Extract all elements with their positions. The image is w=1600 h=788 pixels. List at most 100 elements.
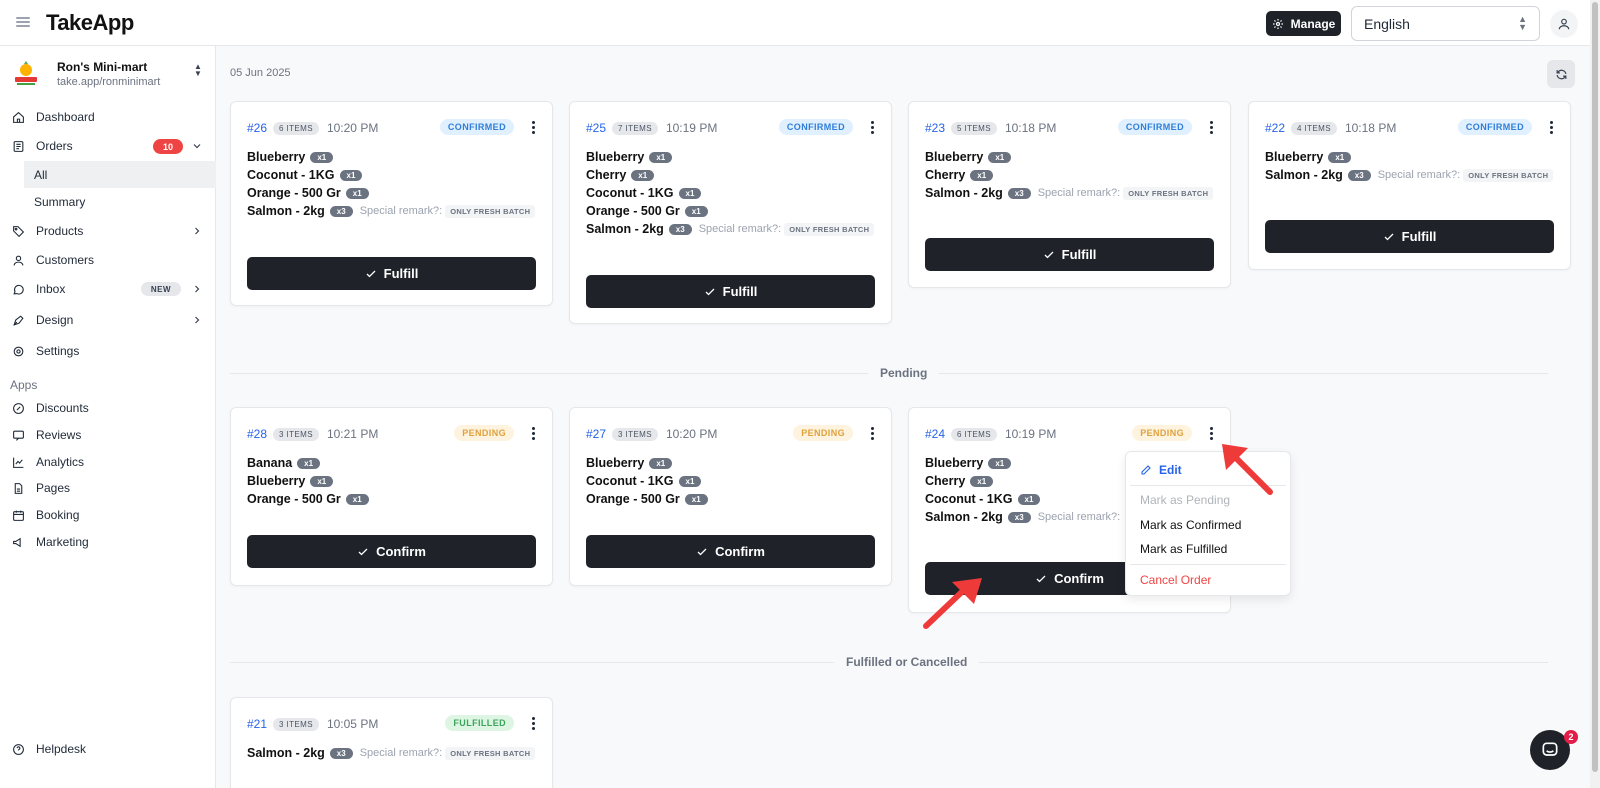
sidebar-item-customers[interactable]: Customers <box>0 246 216 274</box>
sidebar-item-settings[interactable]: Settings <box>0 337 216 365</box>
sidebar-item-discounts[interactable]: Discounts <box>0 394 216 422</box>
order-line: Salmon - 2kg x3 Special remark?: ONLY FRESH… <box>247 202 536 220</box>
sidebar-item-products[interactable]: Products <box>0 217 216 245</box>
more-options-icon[interactable] <box>532 427 536 440</box>
page-scrollbar[interactable] <box>1590 0 1600 788</box>
chevron-right-icon <box>195 285 200 293</box>
chat-unread-badge: 2 <box>1564 730 1578 744</box>
sidebar-item-dashboard[interactable]: Dashboard <box>0 103 216 131</box>
sidebar-item-label: Settings <box>36 344 80 358</box>
order-line: Cherry x1 <box>925 166 1214 184</box>
sidebar-item-design[interactable]: Design <box>0 306 216 334</box>
user-menu-button[interactable] <box>1550 10 1578 38</box>
fulfill-label: Fulfill <box>1061 247 1097 262</box>
sidebar-item-analytics[interactable]: Analytics <box>0 448 216 476</box>
qty-badge: x3 <box>1007 187 1031 199</box>
more-options-icon[interactable] <box>532 121 536 134</box>
sidebar-item-orders[interactable]: Orders 10 <box>0 132 216 160</box>
sidebar-item-label: Pages <box>36 481 71 495</box>
fulfill-button[interactable]: Fulfill <box>586 275 875 308</box>
app-logo[interactable]: TakeApp <box>46 10 134 36</box>
order-number[interactable]: #22 <box>1265 121 1285 135</box>
sidebar-subitem-summary[interactable]: Summary <box>24 188 216 215</box>
order-line: Salmon - 2kg x3 Special remark?: ONLY FRESH… <box>925 184 1214 202</box>
menu-item-cancel-order[interactable]: Cancel Order <box>1140 573 1211 587</box>
fulfill-label: Fulfill <box>1401 229 1437 244</box>
order-card-28[interactable]: #28 3 ITEMS 10:21 PM PENDING Banana x1 Bl… <box>230 407 553 586</box>
more-options-icon[interactable] <box>871 427 875 440</box>
special-remark-label: Special remark?: <box>1037 511 1121 523</box>
sidebar-item-inbox[interactable]: Inbox NEW <box>0 275 216 303</box>
sidebar-item-marketing[interactable]: Marketing <box>0 528 216 556</box>
qty-badge: x1 <box>345 187 369 199</box>
item-count-badge: 3 ITEMS <box>612 427 658 441</box>
confirm-button[interactable]: Confirm <box>247 535 536 568</box>
order-number[interactable]: #24 <box>925 427 945 441</box>
order-card-26[interactable]: #26 6 ITEMS 10:20 PM CONFIRMED Blueberry… <box>230 101 553 306</box>
status-badge: PENDING <box>454 425 514 441</box>
help-icon <box>11 742 25 756</box>
order-number[interactable]: #23 <box>925 121 945 135</box>
menu-item-label: Edit <box>1159 463 1182 477</box>
confirm-button[interactable]: Confirm <box>586 535 875 568</box>
qty-badge: x1 <box>1017 493 1041 505</box>
more-options-icon[interactable] <box>1550 121 1554 134</box>
more-options-icon[interactable] <box>532 717 536 730</box>
sidebar-item-reviews[interactable]: Reviews <box>0 421 216 449</box>
order-line: Cherry x1 <box>586 166 875 184</box>
fulfill-button[interactable]: Fulfill <box>247 257 536 290</box>
manage-button[interactable]: Manage <box>1266 11 1341 36</box>
order-time: 10:19 PM <box>665 121 718 135</box>
new-badge: NEW <box>141 282 181 296</box>
qty-badge: x1 <box>970 169 994 181</box>
sidebar-item-helpdesk[interactable]: Helpdesk <box>0 735 216 763</box>
more-options-icon[interactable] <box>1210 121 1214 134</box>
order-number[interactable]: #21 <box>247 717 267 731</box>
more-options-icon[interactable] <box>871 121 875 134</box>
sidebar-subitem-all[interactable]: All <box>24 161 216 188</box>
language-select[interactable]: English ▲ ▼ <box>1351 6 1540 41</box>
menu-divider <box>1130 564 1286 565</box>
sidebar-item-booking[interactable]: Booking <box>0 501 216 529</box>
chart-line-icon <box>11 455 25 469</box>
status-badge: CONFIRMED <box>439 119 514 135</box>
order-card-22[interactable]: #22 4 ITEMS 10:18 PM CONFIRMED Blueberry… <box>1248 101 1571 270</box>
order-line: Blueberry x1 <box>1265 148 1554 166</box>
qty-badge: x1 <box>678 475 702 487</box>
order-number[interactable]: #28 <box>247 427 267 441</box>
order-number[interactable]: #26 <box>247 121 267 135</box>
gear-icon <box>11 344 25 358</box>
order-time: 10:20 PM <box>326 121 379 135</box>
order-card-27[interactable]: #27 3 ITEMS 10:20 PM PENDING Blueberry x1… <box>569 407 892 586</box>
fulfill-button[interactable]: Fulfill <box>1265 220 1554 253</box>
sidebar-item-pages[interactable]: Pages <box>0 474 216 502</box>
sidebar-item-label: Summary <box>34 194 86 209</box>
refresh-button[interactable] <box>1547 60 1575 88</box>
apps-section-label: Apps <box>10 378 38 392</box>
menu-item-mark-confirmed[interactable]: Mark as Confirmed <box>1140 518 1241 532</box>
order-line: Blueberry x1 <box>247 148 536 166</box>
special-remark-label: Special remark?: <box>1037 187 1121 199</box>
order-card-21[interactable]: #21 3 ITEMS 10:05 PM FULFILLED Salmon - … <box>230 697 553 788</box>
store-switcher[interactable]: Ron's Mini-mart take.app/ronminimart ▲ ▼ <box>12 58 212 92</box>
scrollbar-thumb[interactable] <box>1592 2 1598 772</box>
fulfill-button[interactable]: Fulfill <box>925 238 1214 271</box>
order-time: 10:18 PM <box>1344 121 1397 135</box>
menu-icon[interactable] <box>16 15 30 29</box>
status-badge: PENDING <box>793 425 853 441</box>
menu-item-edit[interactable]: Edit <box>1140 463 1182 477</box>
menu-item-mark-fulfilled[interactable]: Mark as Fulfilled <box>1140 542 1227 556</box>
qty-badge: x3 <box>329 747 353 759</box>
order-number[interactable]: #27 <box>586 427 606 441</box>
order-card-25[interactable]: #25 7 ITEMS 10:19 PM CONFIRMED Blueberry… <box>569 101 892 324</box>
order-time: 10:18 PM <box>1004 121 1057 135</box>
order-time: 10:19 PM <box>1004 427 1057 441</box>
pen-icon <box>11 313 25 327</box>
item-count-badge: 3 ITEMS <box>273 717 319 731</box>
order-card-23[interactable]: #23 5 ITEMS 10:18 PM CONFIRMED Blueberry… <box>908 101 1231 288</box>
sidebar-item-label: Helpdesk <box>36 742 87 756</box>
item-count-badge: 4 ITEMS <box>1291 121 1337 135</box>
check-icon <box>705 288 715 295</box>
fulfill-label: Fulfill <box>383 266 419 281</box>
order-number[interactable]: #25 <box>586 121 606 135</box>
